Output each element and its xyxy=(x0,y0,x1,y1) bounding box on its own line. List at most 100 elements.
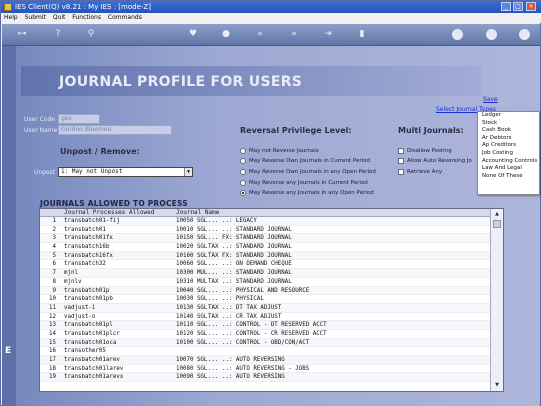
maximize-button[interactable]: □ xyxy=(513,2,523,11)
multi-option-allow-auto-reversing[interactable]: Allow Auto Reversing Jo xyxy=(398,157,472,165)
table-row[interactable]: 3 transbatch01fx 10150 SGL... FX: STANDARD… xyxy=(40,234,491,244)
menu-commands[interactable]: Commands xyxy=(108,14,142,21)
reversal-option-3[interactable]: May Reverse Own Journals in any Open Per… xyxy=(240,168,376,176)
heart-icon[interactable]: ♥ xyxy=(187,28,199,40)
journal-type-option[interactable]: Stock xyxy=(478,120,539,128)
skip-icon[interactable]: ⇥ xyxy=(322,28,334,40)
row-process: transbatch01 xyxy=(64,226,106,233)
table-row[interactable]: 6 transbatch32 10060 SGL... ..: ON DEMAND … xyxy=(40,260,491,270)
row-number: 12 xyxy=(49,313,56,320)
row-description: TAX ..: STANDARD JOURNAL xyxy=(208,278,292,285)
fast-forward-icon[interactable]: » xyxy=(288,28,300,40)
column-header-journal-name[interactable]: Journal Name xyxy=(176,209,219,217)
radio-icon[interactable] xyxy=(240,157,246,164)
multi-option-disallow-posting[interactable]: Disallow Posting xyxy=(398,147,452,155)
multi-option-label: Allow Auto Reversing Jo xyxy=(407,158,472,164)
table-row[interactable]: 9 transbatch01p 10040 SGL... ..: PHYSICAL … xyxy=(40,286,491,296)
close-icon[interactable] xyxy=(519,29,530,40)
row-code: 10150 SGL xyxy=(176,235,208,242)
unpost-select-value: 1: May not Unpost xyxy=(61,168,123,175)
rewind-icon[interactable]: « xyxy=(254,28,266,40)
grid-header: Journal Processes Allowed Journal Name xyxy=(40,209,491,217)
user-code-label: User Code xyxy=(24,116,55,123)
search-icon[interactable]: ⚲ xyxy=(85,28,97,40)
reversal-option-label: May Reverse any Journals in any Open Per… xyxy=(249,190,374,196)
help-icon[interactable]: ? xyxy=(52,28,64,40)
reversal-option-5[interactable]: May Reverse any Journals in any Open Per… xyxy=(240,189,374,197)
menu-functions[interactable]: Functions xyxy=(72,14,101,21)
radio-icon[interactable] xyxy=(240,168,246,175)
table-row[interactable]: 16 transother05 xyxy=(40,347,491,356)
radio-icon[interactable] xyxy=(240,179,246,186)
row-number: 4 xyxy=(52,244,57,251)
journal-type-option[interactable]: Ar Debtors xyxy=(478,135,539,143)
row-process: transbatch16b xyxy=(64,244,110,251)
radio-icon[interactable] xyxy=(240,147,246,154)
table-row[interactable]: 11 vadjust-i 10130 SGL TAX ..: DT TAX ADJUS… xyxy=(40,303,491,313)
row-code: 10160 SGL xyxy=(176,252,208,259)
reversal-option-1[interactable]: May not Reverse Journals xyxy=(240,147,319,155)
row-code: 10300 MUL xyxy=(176,270,208,277)
menu-help[interactable]: Help xyxy=(4,14,18,21)
row-code: 10060 SGL xyxy=(176,261,208,268)
journal-type-option[interactable]: Ap Creditors xyxy=(478,142,539,150)
row-process: vadjust-i xyxy=(64,304,96,311)
minimize-button[interactable]: _ xyxy=(501,2,511,11)
checkbox-icon[interactable] xyxy=(398,157,404,164)
grid-scrollbar[interactable]: ▲ ▼ xyxy=(490,209,503,391)
side-marker: E xyxy=(5,346,12,356)
menu-submit[interactable]: Submit xyxy=(25,14,46,21)
plus-icon[interactable] xyxy=(452,29,463,40)
check-icon[interactable] xyxy=(486,29,497,40)
chevron-down-icon[interactable]: ▼ xyxy=(184,168,192,176)
row-process: mjnlv xyxy=(64,278,82,285)
checkbox-icon[interactable] xyxy=(398,147,404,154)
table-row[interactable]: 19 transbatch01arevx 10090 SGL... ..: AUTO… xyxy=(40,373,491,383)
journal-type-option[interactable]: Ledger xyxy=(478,112,539,120)
scroll-thumb[interactable] xyxy=(493,220,501,228)
journal-types-dropdown: Ledger Stock Cash Book Ar Debtors Ap Cre… xyxy=(477,111,540,195)
checkbox-icon[interactable] xyxy=(398,168,404,175)
save-link[interactable]: Save xyxy=(483,96,498,103)
reversal-option-label: May Reverse Own Journals in any Open Per… xyxy=(249,169,376,175)
journal-type-option[interactable]: Cash Book xyxy=(478,127,539,135)
column-header-processes[interactable]: Journal Processes Allowed xyxy=(64,209,154,217)
journal-type-option[interactable]: Law And Legal xyxy=(478,165,539,173)
row-number: 2 xyxy=(52,226,57,233)
journal-type-option[interactable]: None Of These xyxy=(478,173,539,181)
table-row[interactable]: 4 transbatch16b 10020 SGL TAX ..: STANDARD … xyxy=(40,243,491,252)
table-row[interactable]: 7 mjnl 10300 MUL... ..: STANDARD JOURNAL xyxy=(40,269,491,278)
row-description: ... ..: STANDARD JOURNAL xyxy=(208,270,292,277)
table-row[interactable]: 18 transbatch01larev 10080 SGL... ..: AUTO… xyxy=(40,365,491,374)
table-row[interactable]: 17 transbatch01arev 10070 SGL... ..: AUTO … xyxy=(40,356,491,365)
reversal-option-2[interactable]: May Reverse Own Journals in Current Peri… xyxy=(240,157,370,165)
window-title: IES Client(Q) v8.21 : My IES : [mode-Z] xyxy=(15,3,151,11)
table-row[interactable]: 12 vadjust-o 10140 SGL TAX ..: CR TAX ADJUS… xyxy=(40,313,491,322)
journal-type-option[interactable]: Accounting Controls xyxy=(478,158,539,166)
scroll-up-icon[interactable]: ▲ xyxy=(492,210,502,219)
table-row[interactable]: 14 transbatch01plcr 10120 SGL... ..: CONTR… xyxy=(40,330,491,339)
table-row[interactable]: 1 transbatch01-fij 10050 SGL... ..: LEGACY xyxy=(40,217,491,226)
radio-selected-icon[interactable] xyxy=(240,189,246,196)
grid-body: 1 transbatch01-fij 10050 SGL... ..: LEGACY… xyxy=(40,217,491,391)
table-row[interactable]: 2 transbatch01 10010 SGL... ..: STANDARD J… xyxy=(40,226,491,235)
close-window-button[interactable]: × xyxy=(526,2,536,11)
menu-quit[interactable]: Quit xyxy=(53,14,66,21)
multi-option-retrieve-any[interactable]: Retrieve Any xyxy=(398,168,442,176)
journals-grid: Journal Processes Allowed Journal Name 1… xyxy=(39,208,504,392)
table-row[interactable]: 13 transbatch01pl 10110 SGL... ..: CONTROL… xyxy=(40,321,491,330)
reversal-option-4[interactable]: May Reverse any Journals in Current Peri… xyxy=(240,179,368,187)
row-number: 14 xyxy=(49,330,56,337)
content-area: JOURNAL PROFILE FOR USERS Save Select Jo… xyxy=(2,46,540,406)
table-row[interactable]: 15 transbatch01oca 10100 SGL... ..: CONTRO… xyxy=(40,338,491,348)
table-row[interactable]: 5 transbatch16fx 10160 SGL TAX FX: STANDARD… xyxy=(40,251,491,261)
record-icon[interactable]: ● xyxy=(220,28,232,40)
unpost-select[interactable]: 1: May not Unpost ▼ xyxy=(58,167,193,177)
key-icon[interactable]: ⊶ xyxy=(12,28,32,40)
multi-journals-section-title: Multi Journals: xyxy=(398,126,464,135)
page-icon[interactable]: ▮ xyxy=(356,28,368,40)
journal-type-option[interactable]: Job Costing xyxy=(478,150,539,158)
table-row[interactable]: 8 mjnlv 10310 MUL TAX ..: STANDARD JOURNAL xyxy=(40,278,491,287)
scroll-down-icon[interactable]: ▼ xyxy=(492,381,502,390)
table-row[interactable]: 10 transbatch01pb 10030 SGL... ..: PHYSICA… xyxy=(40,295,491,304)
